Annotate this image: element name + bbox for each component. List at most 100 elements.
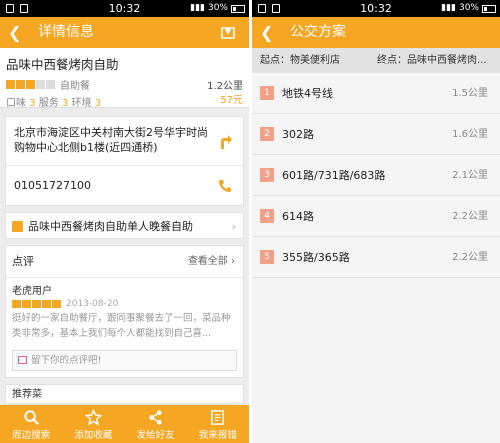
map-icon[interactable]	[221, 25, 235, 39]
status-bar: 10:32 ▮▮▮ 30%	[252, 0, 500, 17]
review-rating-stars	[12, 300, 62, 308]
taste-score: 3	[29, 98, 36, 109]
plan-number-badge: 3	[260, 168, 274, 182]
star-icon	[22, 300, 31, 308]
see-all-link[interactable]: 查看全部 ›	[188, 246, 235, 278]
env-score: 3	[94, 98, 102, 109]
plan-distance: 2.2公里	[452, 211, 488, 222]
star-icon	[52, 300, 61, 308]
transit-plan-item[interactable]: 5 355路/365路 2.2公里	[252, 237, 500, 278]
review-user: 老虎用户	[12, 286, 52, 297]
plan-route-name: 302路	[282, 128, 314, 141]
plan-distance: 2.2公里	[452, 252, 488, 263]
comment-placeholder: 留下你的点评吧!	[31, 355, 102, 366]
phone-row[interactable]: 01051727100	[6, 166, 243, 205]
battery-percent: 30%	[207, 3, 228, 13]
plan-number-badge: 1	[260, 86, 274, 100]
review-item[interactable]: 老虎用户 2013-08-20 挺好的一家自助餐厅，跟同事聚餐去了一回，菜品种类…	[6, 278, 243, 345]
star-icon	[46, 80, 55, 89]
review-meta: 2013-08-20	[12, 299, 237, 309]
star-icon	[16, 80, 25, 89]
battery-icon	[482, 5, 496, 13]
battery-icon	[231, 5, 245, 13]
reviews-heading: 点评	[12, 255, 34, 268]
plan-number-badge: 4	[260, 209, 274, 223]
transit-plan-item[interactable]: 2 302路 1.6公里	[252, 114, 500, 155]
shop-rating-stars	[6, 80, 56, 89]
shop-category: 自助餐	[60, 81, 90, 92]
page-title: 详情信息	[38, 24, 94, 40]
tab-label: 添加收藏	[74, 430, 113, 441]
comment-icon	[18, 356, 27, 364]
back-button[interactable]: ❮	[8, 17, 21, 48]
shop-distance: 1.2公里	[207, 81, 243, 92]
deal-row[interactable]: 品味中西餐烤肉自助单人晚餐自助 ›	[5, 212, 244, 239]
review-text: 挺好的一家自助餐厅，跟同事聚餐去了一回，菜品种类非常多，基本上我们每个人都能找到…	[12, 313, 231, 339]
transit-plan-item[interactable]: 4 614路 2.2公里	[252, 196, 500, 237]
tab-add-favorite[interactable]: 添加收藏	[62, 405, 124, 443]
env-label: 环境	[71, 98, 92, 109]
transit-title-bar: ❮ 公交方案	[252, 17, 500, 48]
shop-summary[interactable]: 品味中西餐烤肉自助 自助餐 1.2公里 口味 3 服务 3 环境 3 57元	[0, 48, 249, 109]
reviews-block: 点评 查看全部 › 老虎用户 2013-08-20 挺好的一家自助餐厅，跟同事聚…	[5, 245, 244, 378]
tab-nearby-search[interactable]: 周边搜索	[0, 405, 62, 443]
comment-input[interactable]: 留下你的点评吧!	[12, 350, 237, 371]
star-icon	[26, 80, 35, 89]
plan-route-name: 614路	[282, 210, 314, 223]
tab-label: 我来报错	[198, 430, 237, 441]
service-label: 服务	[38, 98, 59, 109]
directions-icon[interactable]	[219, 132, 233, 150]
recommend-section[interactable]: 推荐菜	[5, 384, 244, 404]
plan-number-badge: 5	[260, 250, 274, 264]
plan-distance: 2.1公里	[452, 170, 488, 181]
star-icon	[36, 80, 45, 89]
tab-report-error[interactable]: 我来报错	[187, 405, 249, 443]
page-title: 公交方案	[290, 24, 346, 40]
star-icon	[6, 80, 15, 89]
taste-label: 口味	[6, 98, 26, 109]
tab-share-friend[interactable]: 发给好友	[125, 405, 187, 443]
shop-address: 北京市海淀区中关村南大街2号华宇时尚购物中心北侧b1楼(近四通桥)	[14, 126, 208, 154]
status-icons: ▮▮▮ 30%	[190, 0, 245, 17]
phone-icon[interactable]	[217, 178, 233, 194]
see-all-label: 查看全部	[187, 256, 228, 267]
report-icon	[211, 410, 225, 425]
plan-route-name: 601路/731路/683路	[282, 169, 386, 182]
plan-route-name: 地铁4号线	[282, 87, 333, 100]
detail-screen: 10:32 ▮▮▮ 30% ❮ 详情信息 品味中西餐烤肉自助 自助餐 1.2公里…	[0, 0, 249, 443]
status-icons: ▮▮▮ 30%	[441, 0, 496, 17]
deal-title: 品味中西餐烤肉自助单人晚餐自助	[28, 220, 193, 233]
status-bar: 10:32 ▮▮▮ 30%	[0, 0, 249, 17]
contact-block: 北京市海淀区中关村南大街2号华宇时尚购物中心北侧b1楼(近四通桥) 010517…	[5, 116, 244, 206]
plan-route-name: 355路/365路	[282, 251, 350, 264]
transit-plan-item[interactable]: 3 601路/731路/683路 2.1公里	[252, 155, 500, 196]
review-date: 2013-08-20	[66, 299, 119, 309]
recommend-label: 推荐菜	[12, 389, 42, 400]
transit-screen: 10:32 ▮▮▮ 30% ❮ 公交方案 起点：物美便利店 终点：品味中西餐烤肉…	[252, 0, 500, 443]
shop-price: 57元	[220, 95, 243, 106]
star-icon	[42, 300, 51, 308]
plan-distance: 1.5公里	[452, 88, 488, 99]
route-endpoints: 起点：物美便利店 终点：品味中西餐烤肉...	[252, 48, 500, 73]
bottom-tab-bar: 周边搜索 添加收藏 发给好友 我来报错	[0, 405, 249, 443]
back-button[interactable]: ❮	[260, 17, 273, 48]
plan-number-badge: 2	[260, 127, 274, 141]
plan-distance: 1.6公里	[452, 129, 488, 140]
chevron-right-icon: ›	[231, 220, 236, 233]
star-icon	[12, 300, 21, 308]
transit-plan-item[interactable]: 1 地铁4号线 1.5公里	[252, 73, 500, 114]
shop-phone: 01051727100	[14, 179, 91, 192]
group-deal-icon	[12, 221, 23, 232]
address-row[interactable]: 北京市海淀区中关村南大街2号华宇时尚购物中心北侧b1楼(近四通桥)	[6, 117, 243, 166]
tab-label: 发给好友	[136, 430, 175, 441]
route-start: 起点：物美便利店	[260, 55, 340, 66]
route-end: 终点：品味中西餐烤肉...	[377, 55, 487, 66]
battery-percent: 30%	[458, 3, 479, 13]
signal-icon: ▮▮▮	[441, 3, 456, 13]
detail-title-bar: ❮ 详情信息	[0, 17, 249, 48]
shop-name: 品味中西餐烤肉自助	[6, 57, 119, 72]
share-icon	[149, 410, 162, 425]
shop-scores: 口味 3 服务 3 环境 3	[6, 94, 243, 109]
search-icon	[24, 410, 39, 425]
star-icon	[84, 409, 102, 426]
